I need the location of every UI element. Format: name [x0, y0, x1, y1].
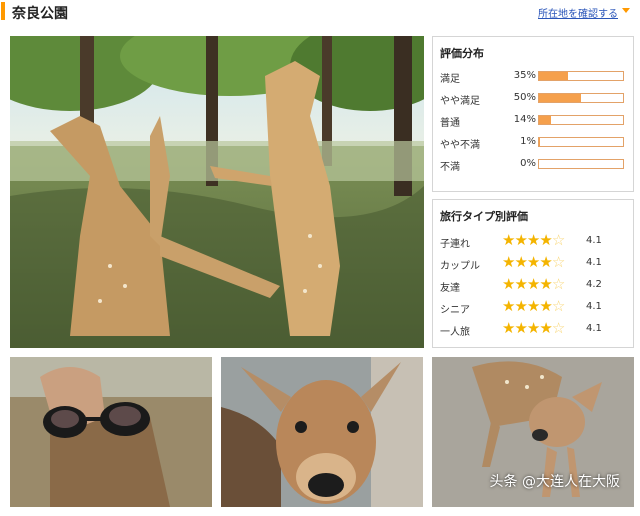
star-rating-icon: ★★★★☆ [502, 275, 565, 293]
rating-bar [538, 115, 624, 125]
travel-type-label: シニア [440, 305, 470, 316]
header-accent-bar [1, 2, 5, 20]
travel-type-row: カップル ★★★★☆ 4.1 [440, 253, 628, 272]
location-link[interactable]: 所在地を確認する [538, 5, 618, 20]
star-rating-icon: ★★★★☆ [502, 253, 565, 271]
rating-label: 不満 [440, 162, 460, 173]
travel-type-label: 友達 [440, 283, 460, 294]
watermark-text: 头条 @大连人在大阪 [489, 474, 620, 490]
travel-type-score: 4.1 [586, 323, 602, 334]
star-rating-icon: ★★★★☆ [502, 297, 565, 315]
star-rating-icon: ★★★★☆ [502, 319, 565, 337]
rating-percent: 35% [513, 70, 536, 81]
travel-type-row: 一人旅 ★★★★☆ 4.1 [440, 319, 628, 338]
rating-distribution-title: 評価分布 [440, 47, 484, 60]
rating-row: 不満 0% [440, 157, 628, 173]
rating-bar [538, 71, 624, 81]
travel-type-label: カップル [440, 261, 480, 272]
rating-percent: 1% [520, 136, 536, 147]
page-header: 奈良公園 所在地を確認する [0, 0, 640, 24]
rating-row: 普通 14% [440, 113, 628, 129]
travel-type-title: 旅行タイプ別評価 [440, 210, 528, 223]
star-rating-icon: ★★★★☆ [502, 231, 565, 249]
thumbnail-photo[interactable]: 头条 @大连人在大阪 [432, 357, 634, 507]
chevron-down-icon[interactable] [622, 8, 630, 13]
rating-bar [538, 93, 624, 103]
page-title: 奈良公園 [12, 6, 68, 22]
travel-type-score: 4.2 [586, 279, 602, 290]
thumbnail-photo[interactable] [221, 357, 423, 507]
rating-row: やや満足 50% [440, 91, 628, 107]
thumbnail-photo[interactable] [10, 357, 212, 507]
travel-type-score: 4.1 [586, 301, 602, 312]
travel-type-label: 一人旅 [440, 327, 470, 338]
travel-type-row: 子連れ ★★★★☆ 4.1 [440, 231, 628, 250]
main-photo[interactable] [10, 36, 424, 348]
rating-label: 普通 [440, 118, 460, 129]
rating-bar [538, 159, 624, 169]
rating-row: 満足 35% [440, 69, 628, 85]
rating-percent: 50% [513, 92, 536, 103]
travel-type-label: 子連れ [440, 239, 470, 250]
travel-type-score: 4.1 [586, 257, 602, 268]
rating-distribution-panel: 評価分布 満足 35% やや満足 50% 普通 14% やや不満 1% 不満 0… [432, 36, 634, 192]
rating-label: やや満足 [440, 96, 480, 107]
rating-bar [538, 137, 624, 147]
rating-percent: 14% [513, 114, 536, 125]
travel-type-row: シニア ★★★★☆ 4.1 [440, 297, 628, 316]
travel-type-row: 友達 ★★★★☆ 4.2 [440, 275, 628, 294]
rating-row: やや不満 1% [440, 135, 628, 151]
rating-label: 満足 [440, 74, 460, 85]
rating-percent: 0% [520, 158, 536, 169]
rating-label: やや不満 [440, 140, 480, 151]
travel-type-score: 4.1 [586, 235, 602, 246]
travel-type-panel: 旅行タイプ別評価 子連れ ★★★★☆ 4.1 カップル ★★★★☆ 4.1 友達… [432, 199, 634, 348]
